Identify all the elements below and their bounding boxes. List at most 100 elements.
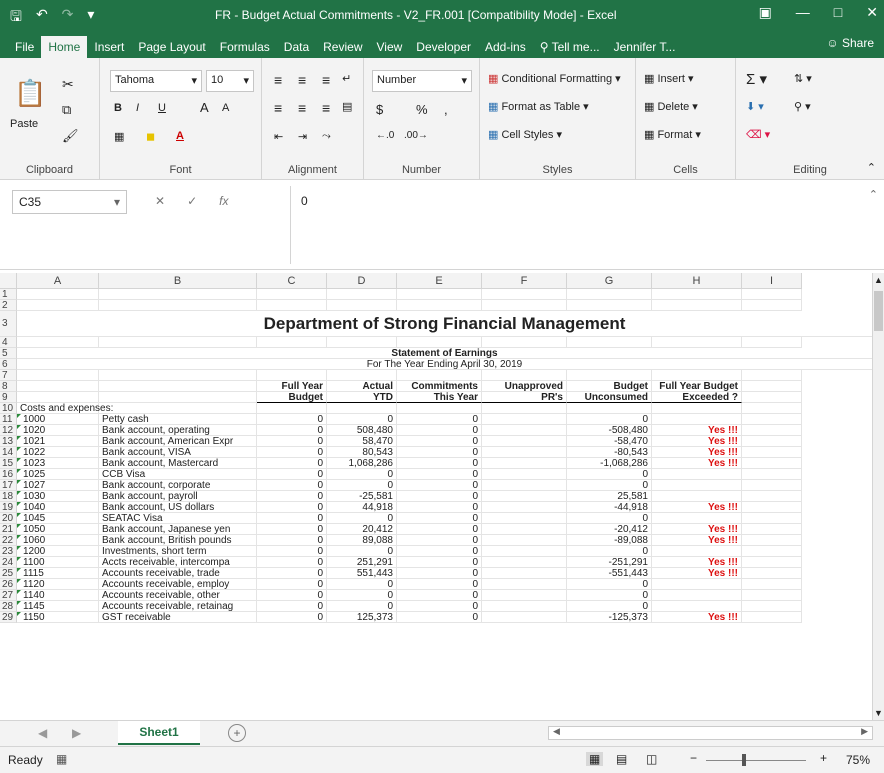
column-heading[interactable] (742, 392, 802, 403)
row-header[interactable]: 5 (0, 348, 17, 359)
column-header-h[interactable]: H (652, 273, 742, 289)
cell-b[interactable]: Accts receivable, intercompa (99, 557, 257, 568)
cell-i[interactable] (742, 447, 802, 458)
tab-file[interactable]: File (8, 36, 41, 58)
cell-b[interactable]: Accounts receivable, other (99, 590, 257, 601)
cell-c[interactable]: 0 (257, 436, 327, 447)
cell-d[interactable] (327, 337, 397, 348)
row-header[interactable]: 8 (0, 381, 17, 392)
name-box[interactable]: C35 ▾ (12, 190, 127, 214)
row-header[interactable]: 29 (0, 612, 17, 623)
cell-f[interactable] (482, 469, 567, 480)
cell-i[interactable] (742, 425, 802, 436)
cell-a[interactable]: 1145 (17, 601, 99, 612)
cell-b[interactable]: Bank account, American Expr (99, 436, 257, 447)
tab-view[interactable]: View (370, 36, 410, 58)
cell-i[interactable] (742, 300, 802, 311)
cell-g[interactable]: -551,443 (567, 568, 652, 579)
cell-a[interactable]: 1000 (17, 414, 99, 425)
cell-d[interactable]: 0 (327, 590, 397, 601)
tell-me-search[interactable]: ⚲ Tell me... (533, 36, 607, 58)
cell-h[interactable]: Yes !!! (652, 502, 742, 513)
cell-b[interactable]: Bank account, Mastercard (99, 458, 257, 469)
cell-c[interactable]: 0 (257, 458, 327, 469)
italic-button[interactable]: I (136, 102, 139, 114)
cell-d[interactable]: 20,412 (327, 524, 397, 535)
fill-color-icon[interactable]: ◼ (146, 130, 155, 143)
cell-d[interactable] (327, 289, 397, 300)
cell-g[interactable] (567, 337, 652, 348)
row-header[interactable]: 18 (0, 491, 17, 502)
cell-d[interactable]: 0 (327, 469, 397, 480)
cell-g[interactable]: -1,068,286 (567, 458, 652, 469)
row-header[interactable]: 2 (0, 300, 17, 311)
column-header-d[interactable]: D (327, 273, 397, 289)
cell-b[interactable]: Bank account, US dollars (99, 502, 257, 513)
cell-a[interactable]: 1140 (17, 590, 99, 601)
cell-h[interactable] (652, 513, 742, 524)
cell-b[interactable]: CCB Visa (99, 469, 257, 480)
statement-period[interactable]: For The Year Ending April 30, 2019 (17, 359, 872, 370)
zoom-level[interactable]: 75% (846, 753, 870, 767)
cell-f[interactable] (482, 480, 567, 491)
cell-a[interactable]: 1025 (17, 469, 99, 480)
cell-b[interactable] (99, 370, 257, 381)
cell-b[interactable]: Investments, short term (99, 546, 257, 557)
increase-indent-icon[interactable]: ⇥ (298, 130, 307, 143)
sheet-title[interactable]: Department of Strong Financial Managemen… (17, 311, 872, 337)
share-button[interactable]: ☺ Share (826, 36, 874, 50)
cell-d[interactable]: 0 (327, 601, 397, 612)
next-sheet-icon[interactable]: ▶ (72, 726, 81, 740)
column-heading[interactable] (99, 381, 257, 392)
cell-g[interactable] (567, 300, 652, 311)
page-layout-view-icon[interactable]: ▤ (616, 752, 627, 766)
cell-f[interactable] (482, 568, 567, 579)
cell-b[interactable]: Petty cash (99, 414, 257, 425)
row-header[interactable]: 14 (0, 447, 17, 458)
cell-e[interactable]: 0 (397, 612, 482, 623)
cell-c[interactable]: 0 (257, 414, 327, 425)
cell-i[interactable] (742, 579, 802, 590)
row-header[interactable]: 26 (0, 579, 17, 590)
maximize-icon[interactable]: □ (834, 4, 842, 21)
column-heading[interactable]: Exceeded ? (652, 392, 742, 403)
cell-i[interactable] (742, 436, 802, 447)
macro-record-icon[interactable]: ▦ (56, 752, 67, 766)
cell-h[interactable] (652, 491, 742, 502)
cell-e[interactable]: 0 (397, 447, 482, 458)
cell-b[interactable] (99, 337, 257, 348)
cell-i[interactable] (742, 458, 802, 469)
cell-h[interactable]: Yes !!! (652, 612, 742, 623)
column-heading[interactable]: YTD (327, 392, 397, 403)
paste-icon[interactable]: 📋 (14, 78, 46, 109)
cell-d[interactable]: 58,470 (327, 436, 397, 447)
cell-a[interactable]: 1120 (17, 579, 99, 590)
delete-cells-button[interactable]: ▦ Delete ▾ (644, 100, 698, 113)
find-select-icon[interactable]: ⚲ ▾ (794, 100, 811, 113)
cell-h[interactable] (652, 414, 742, 425)
wrap-text-icon[interactable]: ↵ (342, 72, 351, 85)
cell-h[interactable] (652, 300, 742, 311)
cut-icon[interactable]: ✂ (62, 76, 74, 93)
row-header[interactable]: 16 (0, 469, 17, 480)
font-size-select[interactable]: 10 ▾ (206, 70, 254, 92)
cell-g[interactable]: 0 (567, 546, 652, 557)
cell-c[interactable]: 0 (257, 557, 327, 568)
cell-a[interactable]: 1115 (17, 568, 99, 579)
cell-g[interactable]: 25,581 (567, 491, 652, 502)
formula-input[interactable]: 0 (290, 186, 864, 264)
tab-insert[interactable]: Insert (87, 36, 131, 58)
row-header[interactable]: 11 (0, 414, 17, 425)
format-cells-button[interactable]: ▦ Format ▾ (644, 128, 701, 141)
cell-a[interactable]: 1050 (17, 524, 99, 535)
cell-e[interactable]: 0 (397, 502, 482, 513)
align-right-icon[interactable]: ≡ (322, 100, 330, 116)
zoom-in-icon[interactable]: + (820, 751, 827, 765)
cell-b[interactable] (99, 289, 257, 300)
page-break-view-icon[interactable]: ◫ (646, 752, 657, 766)
cell-c[interactable]: 0 (257, 546, 327, 557)
scroll-left-icon[interactable]: ◀ (553, 726, 560, 737)
column-heading[interactable]: Budget (567, 381, 652, 392)
cell-d[interactable]: -25,581 (327, 491, 397, 502)
cell-e[interactable] (397, 337, 482, 348)
